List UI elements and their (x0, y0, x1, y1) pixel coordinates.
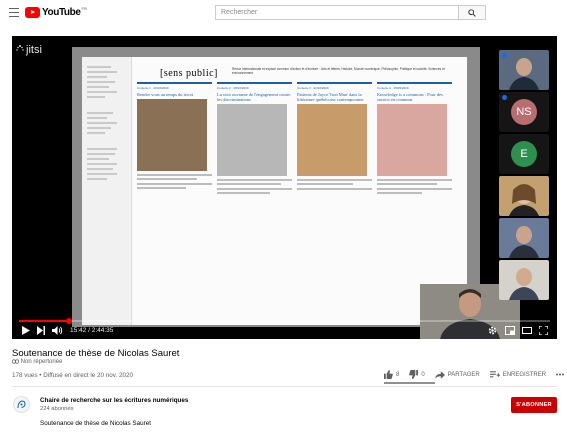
channel-avatar[interactable] (13, 396, 30, 413)
jitsi-logo: jitsi (15, 44, 42, 56)
dislike-button[interactable]: 0 (409, 370, 425, 379)
search-button[interactable] (458, 5, 486, 20)
channel-logo-icon (17, 400, 26, 409)
top-bar: YouTube FR Rechercher (0, 0, 567, 26)
subscribe-button[interactable]: S'ABONNER (511, 397, 557, 413)
subscriber-count: 224 abonnés (40, 406, 74, 412)
site-sidebar (82, 57, 132, 325)
participant-tile[interactable]: NS (499, 92, 549, 132)
article-image (297, 104, 367, 176)
article-image (377, 104, 447, 176)
unlisted-link-icon (12, 359, 19, 364)
site-tagline: Revue internationale et espace commun d'… (232, 67, 445, 75)
share-label: PARTAGER (447, 371, 480, 378)
shared-screen: [sens public] Revue internationale et es… (72, 47, 480, 327)
hamburger-menu-icon[interactable] (9, 8, 19, 17)
video-category: Non répertoriée (12, 359, 62, 365)
site-article-column: Contenu 2 · 08/10/2020 La voix ouvrante … (217, 82, 292, 325)
shared-website: [sens public] Revue internationale et es… (82, 57, 467, 325)
article-image (217, 104, 287, 176)
youtube-play-icon (25, 7, 40, 18)
video-description: Soutenance de thèse de Nicolas Sauret (40, 420, 151, 427)
volume-icon[interactable] (52, 326, 63, 335)
channel-name[interactable]: Chaire de recherche sur les écritures nu… (40, 397, 188, 404)
share-button[interactable]: PARTAGER (434, 370, 480, 379)
action-bar: 8 0 PARTAGER ENREGISTRER (384, 370, 567, 379)
search-input[interactable]: Rechercher (215, 5, 458, 20)
participant-initials: NS (511, 99, 537, 125)
participant-tile[interactable] (499, 176, 549, 216)
participant-tile[interactable] (499, 260, 549, 300)
video-title: Soutenance de thèse de Nicolas Sauret (12, 348, 180, 359)
search-icon (468, 8, 476, 17)
settings-gear-icon[interactable] (488, 326, 497, 335)
participant-tile[interactable] (499, 50, 549, 90)
jitsi-mark-icon (16, 45, 24, 51)
participant-photo (499, 260, 549, 300)
site-brand: [sens public] (160, 68, 218, 79)
like-count: 8 (396, 371, 400, 378)
participant-photo (499, 218, 549, 258)
more-actions-button[interactable] (556, 373, 565, 376)
site-article-column: Contenu 1 · 20/10/2020 Rendre vous au te… (137, 82, 212, 325)
logo-text: YouTube (42, 7, 81, 18)
article-title: Rendre vous au temps du tricot (137, 92, 194, 97)
site-article-column: Contenu 3 · 02/10/2020 Patterns de Joyce… (297, 82, 372, 325)
divider (12, 386, 557, 387)
play-icon[interactable] (22, 326, 30, 335)
fullscreen-icon[interactable] (539, 326, 548, 335)
participant-tile[interactable]: E (499, 134, 549, 174)
jitsi-text: jitsi (26, 44, 42, 56)
article-title: Patterns de Joyce 'Iron Man' dans la lit… (297, 92, 364, 102)
share-icon (434, 370, 445, 379)
logo-region: FR (81, 6, 87, 11)
participant-initials: E (511, 141, 537, 167)
time-display: 15:42 / 2:44:35 (70, 327, 114, 334)
participant-list: NS E (499, 50, 549, 302)
thumbs-down-icon (409, 370, 419, 379)
save-label: ENREGISTRER (502, 371, 547, 378)
progress-fill (19, 320, 70, 322)
like-button[interactable]: 8 (384, 370, 399, 379)
article-title: Knowledge is a commons : Pour des savoir… (377, 92, 443, 102)
article-title: La voix ouvrante de l'engagement contre … (217, 92, 291, 102)
save-button[interactable]: ENREGISTRER (489, 370, 547, 379)
progress-scrubber[interactable] (66, 318, 73, 324)
youtube-logo[interactable]: YouTube FR (25, 6, 87, 18)
article-image (137, 99, 207, 171)
participant-photo (499, 176, 549, 216)
progress-bar[interactable] (19, 318, 550, 324)
player-controls: 15:42 / 2:44:35 (12, 318, 557, 339)
thumbs-up-icon (384, 370, 393, 379)
next-icon[interactable] (37, 326, 45, 335)
more-dots-icon (556, 373, 565, 376)
theater-mode-icon[interactable] (522, 326, 532, 335)
view-count-line: 178 vues • Diffusé en direct le 20 nov. … (12, 372, 133, 379)
video-player[interactable]: jitsi [sens public] Revue internationale… (12, 36, 557, 339)
miniplayer-icon[interactable] (505, 326, 515, 335)
add-to-playlist-icon (489, 370, 500, 377)
dislike-count: 0 (421, 371, 425, 378)
like-ratio-bar (384, 382, 435, 384)
participant-tile[interactable] (499, 218, 549, 258)
